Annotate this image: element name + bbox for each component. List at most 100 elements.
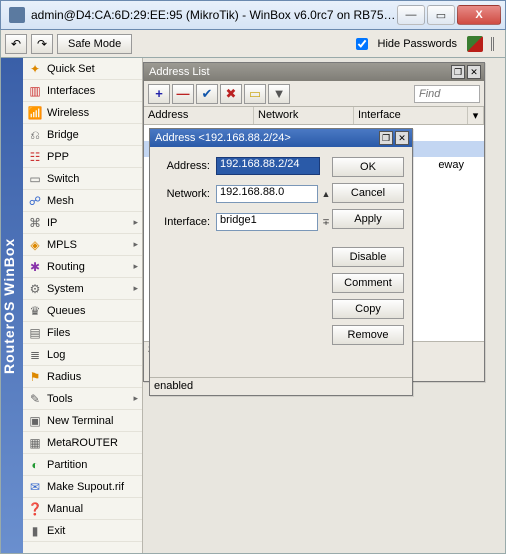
sidebar-item-label: MetaROUTER — [47, 437, 118, 449]
sidebar-item-routing[interactable]: ✱Routing▸ — [23, 256, 142, 278]
copy-button[interactable]: Copy — [332, 299, 404, 319]
hide-passwords-checkbox[interactable] — [356, 38, 368, 50]
maximize-button[interactable]: ▭ — [427, 5, 455, 25]
app-icon — [9, 7, 25, 23]
address-list-close-button[interactable]: ✕ — [467, 65, 481, 79]
hide-passwords-label: Hide Passwords — [378, 38, 457, 50]
redo-button[interactable]: ↷ — [31, 34, 53, 54]
sidebar-item-label: Exit — [47, 525, 65, 537]
sidebar-item-label: Interfaces — [47, 85, 95, 97]
sidebar-item-tools[interactable]: ✎Tools▸ — [23, 388, 142, 410]
sidebar-item-switch[interactable]: ▭Switch — [23, 168, 142, 190]
sidebar-item-manual[interactable]: ❓Manual — [23, 498, 142, 520]
sidebar-icon: ▦ — [27, 435, 43, 451]
sidebar-item-bridge[interactable]: ⎌ Bridge — [23, 124, 142, 146]
sidebar-icon: ≣ — [27, 347, 43, 363]
col-network[interactable]: Network — [254, 107, 354, 124]
sidebar-item-radius[interactable]: ⚑Radius — [23, 366, 142, 388]
sidebar-item-quick-set[interactable]: ✦Quick Set — [23, 58, 142, 80]
sidebar-item-queues[interactable]: ♛Queues — [23, 300, 142, 322]
enable-button[interactable]: ✔ — [196, 84, 218, 104]
address-dialog-restore-button[interactable]: ❐ — [379, 131, 393, 145]
disable-dialog-button[interactable]: Disable — [332, 247, 404, 267]
menu-icon[interactable] — [491, 37, 499, 51]
sidebar-icon: ◈ — [27, 237, 43, 253]
window-controls: — ▭ X — [397, 5, 501, 25]
network-input[interactable]: 192.168.88.0 — [216, 185, 318, 203]
network-label: Network: — [158, 188, 216, 200]
sidebar-item-interfaces[interactable]: ▥Interfaces — [23, 80, 142, 102]
remove-button[interactable]: — — [172, 84, 194, 104]
sidebar-item-label: Routing — [47, 261, 85, 273]
chevron-right-icon: ▸ — [133, 393, 138, 404]
sidebar-icon: ♛ — [27, 303, 43, 319]
remove-dialog-button[interactable]: Remove — [332, 325, 404, 345]
interface-input[interactable]: bridge1 — [216, 213, 318, 231]
sidebar-icon: ◐ — [27, 457, 43, 473]
sidebar-icon: ▤ — [27, 325, 43, 341]
sidebar-item-label: Wireless — [47, 107, 89, 119]
sidebar-icon: ▣ — [27, 413, 43, 429]
comment-button[interactable]: ▭ — [244, 84, 266, 104]
address-list-toolbar: + — ✔ ✖ ▭ ▼ — [144, 81, 484, 107]
sidebar-item-label: Quick Set — [47, 63, 95, 75]
main-toolbar: ↶ ↷ Safe Mode Hide Passwords — [0, 30, 506, 58]
sidebar-item-ppp[interactable]: ☷PPP — [23, 146, 142, 168]
address-dialog-close-button[interactable]: ✕ — [395, 131, 409, 145]
col-address[interactable]: Address — [144, 107, 254, 124]
sidebar-item-new-terminal[interactable]: ▣New Terminal — [23, 410, 142, 432]
sidebar-item-exit[interactable]: ▮ Exit — [23, 520, 142, 542]
window-title: admin@D4:CA:6D:29:EE:95 (MikroTik) - Win… — [31, 8, 397, 22]
col-menu-button[interactable]: ▾ — [468, 107, 484, 124]
address-label: Address: — [158, 160, 216, 172]
sidebar-item-mesh[interactable]: ☍Mesh — [23, 190, 142, 212]
sidebar-icon: ⎌ — [27, 127, 43, 143]
disable-button[interactable]: ✖ — [220, 84, 242, 104]
sidebar-item-metarouter[interactable]: ▦ MetaROUTER — [23, 432, 142, 454]
sidebar-item-files[interactable]: ▤ Files — [23, 322, 142, 344]
ok-button[interactable]: OK — [332, 157, 404, 177]
filter-button[interactable]: ▼ — [268, 84, 290, 104]
window-titlebar: admin@D4:CA:6D:29:EE:95 (MikroTik) - Win… — [0, 0, 506, 30]
sidebar-icon: ⌘ — [27, 215, 43, 231]
network-expand-icon[interactable]: ▲ — [320, 189, 332, 199]
address-list-restore-button[interactable]: ❐ — [451, 65, 465, 79]
sidebar-item-label: Bridge — [47, 129, 79, 141]
routeros-label: RouterOS WinBox — [1, 58, 23, 553]
chevron-right-icon: ▸ — [133, 261, 138, 272]
chevron-right-icon: ▸ — [133, 217, 138, 228]
address-dialog-titlebar[interactable]: Address <192.168.88.2/24> ❐ ✕ — [150, 129, 412, 147]
comment-dialog-button[interactable]: Comment — [332, 273, 404, 293]
sidebar-item-partition[interactable]: ◐ Partition — [23, 454, 142, 476]
find-input[interactable] — [414, 85, 480, 103]
sidebar-item-mpls[interactable]: ◈ MPLS ▸ — [23, 234, 142, 256]
add-button[interactable]: + — [148, 84, 170, 104]
address-list-titlebar[interactable]: Address List ❐ ✕ — [144, 63, 484, 81]
sidebar-item-label: Make Supout.rif — [47, 481, 124, 493]
sidebar-item-label: MPLS — [47, 239, 77, 251]
sidebar-item-log[interactable]: ≣Log — [23, 344, 142, 366]
col-interface[interactable]: Interface — [354, 107, 468, 124]
interface-dropdown-icon[interactable]: ∓ — [320, 217, 332, 228]
sidebar-icon: 📶 — [27, 105, 43, 121]
cancel-button[interactable]: Cancel — [332, 183, 404, 203]
sidebar-icon: ▮ — [27, 523, 43, 539]
sidebar-item-label: Manual — [47, 503, 83, 515]
security-icon[interactable] — [467, 36, 483, 52]
close-button[interactable]: X — [457, 5, 501, 25]
address-input[interactable]: 192.168.88.2/24 — [216, 157, 320, 175]
sidebar-item-wireless[interactable]: 📶 Wireless — [23, 102, 142, 124]
minimize-button[interactable]: — — [397, 5, 425, 25]
sidebar-item-label: Files — [47, 327, 70, 339]
sidebar-item-ip[interactable]: ⌘IP▸ — [23, 212, 142, 234]
chevron-right-icon: ▸ — [133, 239, 138, 250]
safe-mode-label: Safe Mode — [68, 38, 121, 50]
sidebar-icon: ☷ — [27, 149, 43, 165]
apply-button[interactable]: Apply — [332, 209, 404, 229]
safe-mode-button[interactable]: Safe Mode — [57, 34, 132, 54]
undo-button[interactable]: ↶ — [5, 34, 27, 54]
sidebar-item-label: Partition — [47, 459, 87, 471]
sidebar-item-make-supout-rif[interactable]: ✉Make Supout.rif — [23, 476, 142, 498]
sidebar-item-system[interactable]: ⚙System▸ — [23, 278, 142, 300]
sidebar: ✦Quick Set▥Interfaces 📶 Wireless ⎌ Bridge ☷PP… — [23, 58, 143, 553]
